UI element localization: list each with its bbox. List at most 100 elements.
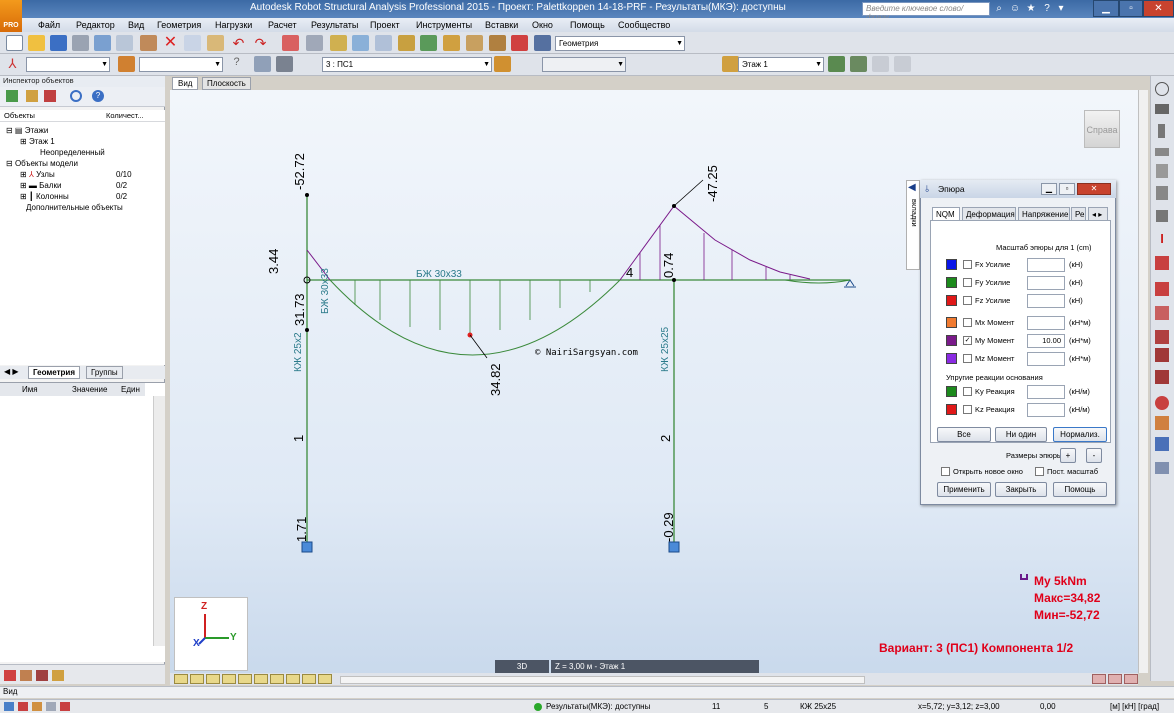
level-indicator[interactable]: Z = 3,00 м - Этаж 1 — [551, 660, 759, 673]
brace-tool-icon[interactable] — [1156, 164, 1168, 178]
measure-icon[interactable] — [466, 35, 483, 51]
help-dropdown-icon[interactable]: ▾ — [1054, 2, 1068, 15]
wall-tool-icon[interactable] — [1156, 186, 1168, 200]
paste-icon[interactable] — [207, 35, 224, 51]
menu-loads[interactable]: Нагрузки — [215, 18, 252, 32]
view-tool-icon[interactable] — [1108, 674, 1122, 684]
load-case-combo[interactable]: 3 : ПС1 ▼ — [322, 57, 492, 72]
save-icon[interactable] — [50, 35, 67, 51]
col-unit[interactable]: Един — [121, 385, 140, 394]
field-my[interactable]: 10.00 — [1027, 334, 1065, 348]
color-swatch-ky[interactable] — [946, 386, 957, 397]
all-button[interactable]: Все — [937, 427, 991, 442]
zoom-icon[interactable] — [352, 35, 369, 51]
color-swatch-fz[interactable] — [946, 295, 957, 306]
field-fz[interactable] — [1027, 294, 1065, 308]
field-mz[interactable] — [1027, 352, 1065, 366]
story-up-icon[interactable] — [828, 56, 845, 72]
minimize-button[interactable]: ▁ — [1093, 0, 1119, 17]
layout-combo[interactable]: Геометрия ▼ — [555, 36, 685, 51]
normalize-button[interactable]: Нормализ. — [1053, 427, 1107, 442]
horizontal-scrollbar[interactable] — [340, 676, 865, 684]
component-combo[interactable]: ▼ — [542, 57, 626, 72]
tree-item-undefined[interactable]: Неопределенный — [40, 147, 105, 158]
lock-icon[interactable] — [330, 35, 347, 51]
table-tool-icon[interactable] — [1155, 437, 1169, 451]
menu-help[interactable]: Помощь — [570, 18, 605, 32]
help-icon[interactable]: ? — [1040, 2, 1054, 15]
support-tool-icon[interactable] — [1155, 282, 1169, 296]
status-icon[interactable] — [60, 702, 70, 711]
column-tool-icon[interactable] — [1158, 124, 1165, 138]
vertical-scrollbar[interactable] — [1138, 90, 1148, 673]
view-tool-icon[interactable] — [1124, 674, 1138, 684]
load-case-icon[interactable] — [254, 56, 271, 72]
search-icon[interactable] — [70, 90, 82, 102]
view-tool-icon[interactable] — [222, 674, 236, 684]
view-tool-icon[interactable] — [174, 674, 188, 684]
tab-stress[interactable]: Напряжение — [1018, 207, 1070, 221]
checkbox-my[interactable]: ✓ — [963, 336, 972, 345]
help-search-input[interactable]: Введите ключевое слово/фразу — [862, 2, 990, 22]
release-tool-icon[interactable] — [1155, 306, 1169, 320]
bottom-tool-icon[interactable] — [36, 670, 48, 681]
tree-item-columns[interactable]: ⊞ ┃ Колонны — [20, 191, 69, 202]
sort-icon[interactable] — [26, 90, 38, 102]
story-down-icon[interactable] — [850, 56, 867, 72]
dialog-minimize-button[interactable]: ▁ — [1041, 183, 1057, 195]
load-tool-icon[interactable] — [1155, 396, 1169, 410]
menu-geometry[interactable]: Геометрия — [157, 18, 201, 32]
open-icon[interactable] — [28, 35, 45, 51]
results-tool-icon[interactable] — [1155, 462, 1169, 474]
menu-tools[interactable]: Инструменты — [416, 18, 472, 32]
bar-tool-icon[interactable] — [1155, 104, 1169, 114]
menu-file[interactable]: Файл — [38, 18, 60, 32]
none-button[interactable]: Ни один — [995, 427, 1047, 442]
const-scale-checkbox[interactable] — [1035, 467, 1044, 476]
calculator-icon[interactable] — [282, 35, 299, 51]
select-icon[interactable] — [44, 90, 56, 102]
tab-reactions[interactable]: Ре — [1071, 207, 1086, 221]
print-icon[interactable] — [72, 35, 89, 51]
pan-icon[interactable] — [398, 35, 415, 51]
field-mx[interactable] — [1027, 316, 1065, 330]
bottom-tool-icon[interactable] — [4, 670, 16, 681]
view-tool-icon[interactable] — [190, 674, 204, 684]
view-tool-icon[interactable] — [318, 674, 332, 684]
close-button[interactable]: ✕ — [1143, 0, 1174, 17]
screenshot-icon[interactable] — [140, 35, 157, 51]
color-swatch-mx[interactable] — [946, 317, 957, 328]
mode-3d-button[interactable]: 3D — [495, 660, 549, 673]
story-combo[interactable]: Этаж 1 ▼ — [738, 57, 824, 72]
tree-item-nodes[interactable]: ⊞ ⅄ Узлы — [20, 169, 55, 180]
view-tool-icon[interactable] — [254, 674, 268, 684]
support-combo[interactable]: ▼ — [139, 57, 223, 72]
help-button[interactable]: Помощь — [1053, 482, 1107, 497]
tab-geometry[interactable]: Геометрия — [28, 366, 81, 379]
view-tool-icon[interactable] — [1092, 674, 1106, 684]
open-new-window-checkbox[interactable] — [941, 467, 950, 476]
app-logo[interactable]: PRO — [0, 0, 22, 32]
color-swatch-my[interactable] — [946, 335, 957, 346]
bottom-tool-icon[interactable] — [20, 670, 32, 681]
next-case-icon[interactable] — [494, 56, 511, 72]
checkbox-kz[interactable] — [963, 405, 972, 414]
combination-tool-icon[interactable] — [1155, 416, 1169, 430]
story-settings-icon[interactable] — [894, 56, 911, 72]
view-tool-icon[interactable] — [238, 674, 252, 684]
view-tool-icon[interactable] — [286, 674, 300, 684]
frame-tool-icon[interactable] — [1155, 348, 1169, 362]
material-tool-icon[interactable] — [1155, 256, 1169, 270]
color-swatch-fx[interactable] — [946, 259, 957, 270]
offset-tool-icon[interactable] — [1155, 330, 1169, 344]
col-value[interactable]: Значение — [72, 385, 107, 394]
status-icon[interactable] — [46, 702, 56, 711]
star-icon[interactable]: ★ — [1024, 2, 1038, 15]
size-plus-button[interactable]: + — [1060, 448, 1076, 463]
axes-icon[interactable] — [420, 35, 437, 51]
menu-project[interactable]: Проект — [370, 18, 400, 32]
tree-item-beams[interactable]: ⊞ ▬ Балки — [20, 180, 62, 191]
truss-tool-icon[interactable] — [1155, 370, 1169, 384]
tab-plane[interactable]: Плоскость — [202, 77, 251, 90]
tab-scroll-arrows[interactable]: ◂ ▸ — [1088, 207, 1108, 221]
